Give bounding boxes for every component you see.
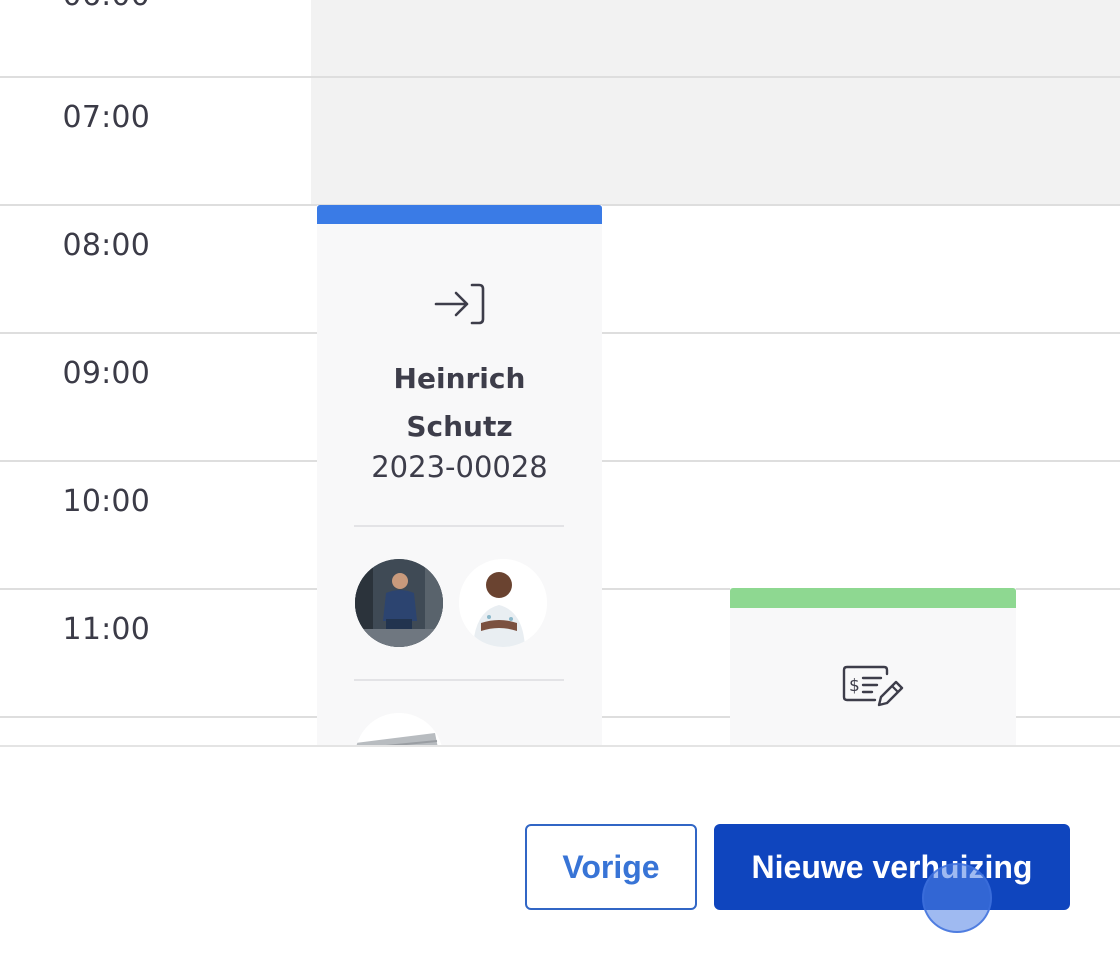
customer-first-name: Heinrich xyxy=(393,362,526,395)
customer-last-name: Schutz xyxy=(406,410,513,443)
card-divider xyxy=(354,679,564,681)
avatar xyxy=(459,559,547,647)
previous-button[interactable]: Vorige xyxy=(525,824,697,910)
card-divider xyxy=(354,525,564,527)
click-indicator xyxy=(922,863,992,933)
svg-text:$: $ xyxy=(849,676,860,696)
invoice-edit-icon: $ xyxy=(842,665,904,707)
event-status-bar xyxy=(730,588,1016,608)
invoice-event-card[interactable]: $ xyxy=(730,588,1016,745)
vehicle-thumbnail xyxy=(355,713,443,745)
time-label: 06:00 xyxy=(63,0,150,13)
move-number: 2023-00028 xyxy=(371,450,548,484)
move-event-card[interactable]: Heinrich Schutz 2023-00028 xyxy=(317,205,602,745)
hour-divider xyxy=(0,76,1120,78)
time-label: 07:00 xyxy=(62,100,150,135)
event-status-bar xyxy=(317,205,602,224)
login-arrow-icon xyxy=(434,283,485,325)
new-move-button[interactable]: Nieuwe verhuizing xyxy=(714,824,1070,910)
time-label: 11:00 xyxy=(62,612,150,647)
customer-name: Heinrich Schutz xyxy=(317,355,602,451)
calendar-day-view: 06:00 07:00 08:00 09:00 10:00 11:00 Hein… xyxy=(0,0,1120,745)
time-label: 09:00 xyxy=(62,356,150,391)
footer-actions: Vorige Nieuwe verhuizing xyxy=(0,745,1120,963)
time-label: 08:00 xyxy=(62,228,150,263)
unavailable-time-area xyxy=(311,0,1120,205)
time-label: 10:00 xyxy=(62,484,150,519)
avatar xyxy=(355,559,443,647)
